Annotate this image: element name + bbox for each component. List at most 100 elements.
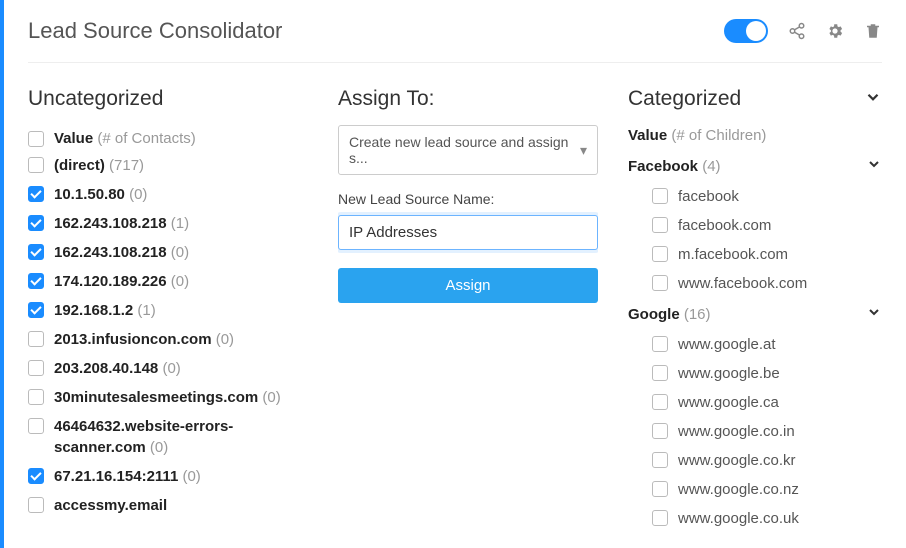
checkbox[interactable] bbox=[28, 418, 44, 434]
item-label: m.facebook.com bbox=[678, 244, 788, 265]
item-label: facebook.com bbox=[678, 215, 771, 236]
list-item: www.google.at bbox=[628, 330, 882, 359]
uncategorized-title: Uncategorized bbox=[28, 87, 308, 111]
lead-source-select[interactable]: Create new lead source and assign s... ▾ bbox=[338, 125, 598, 175]
categorized-column: Categorized Value (# of Children) Facebo… bbox=[628, 87, 882, 548]
list-item: www.google.ca bbox=[628, 388, 882, 417]
checkbox[interactable] bbox=[28, 497, 44, 513]
list-item: 162.243.108.218 (1) bbox=[28, 209, 308, 238]
list-item: 162.243.108.218 (0) bbox=[28, 238, 308, 267]
checkbox[interactable] bbox=[28, 273, 44, 289]
item-label: 67.21.16.154:2111 bbox=[54, 468, 178, 485]
select-all-checkbox[interactable] bbox=[28, 131, 44, 147]
new-lead-source-input[interactable] bbox=[338, 215, 598, 250]
item-count: (0) bbox=[167, 244, 190, 261]
checkbox[interactable] bbox=[28, 389, 44, 405]
select-value: Create new lead source and assign s... bbox=[349, 134, 580, 166]
group-count: (4) bbox=[698, 158, 721, 175]
list-item: facebook.com bbox=[628, 211, 882, 240]
list-item: 10.1.50.80 (0) bbox=[28, 180, 308, 209]
item-label: www.google.be bbox=[678, 363, 780, 384]
enable-toggle[interactable] bbox=[724, 19, 768, 43]
checkbox[interactable] bbox=[28, 186, 44, 202]
checkbox[interactable] bbox=[652, 394, 668, 410]
item-label: 2013.infusioncon.com bbox=[54, 331, 212, 348]
item-count: (0) bbox=[167, 273, 190, 290]
checkbox[interactable] bbox=[652, 217, 668, 233]
list-item: 192.168.1.2 (1) bbox=[28, 296, 308, 325]
checkbox[interactable] bbox=[652, 510, 668, 526]
group-name: Google bbox=[628, 306, 680, 323]
checkbox[interactable] bbox=[652, 246, 668, 262]
item-label: 174.120.189.226 bbox=[54, 273, 167, 290]
item-label: (direct) bbox=[54, 157, 105, 174]
contacts-count-label: (# of Contacts) bbox=[97, 130, 195, 147]
chevron-down-icon[interactable] bbox=[864, 88, 882, 110]
assign-column: Assign To: Create new lead source and as… bbox=[338, 87, 598, 548]
list-item: www.facebook.com bbox=[628, 269, 882, 298]
group-name: Facebook bbox=[628, 158, 698, 175]
assign-title: Assign To: bbox=[338, 87, 598, 111]
value-label: Value bbox=[54, 130, 93, 147]
checkbox[interactable] bbox=[652, 481, 668, 497]
card-title: Lead Source Consolidator bbox=[28, 18, 724, 44]
item-label: www.google.at bbox=[678, 334, 776, 355]
checkbox[interactable] bbox=[652, 188, 668, 204]
categorized-value-header: Value (# of Children) bbox=[628, 125, 882, 150]
value-label: Value bbox=[628, 127, 667, 144]
chevron-down-icon bbox=[866, 156, 882, 176]
item-label: facebook bbox=[678, 186, 739, 207]
item-label: www.google.ca bbox=[678, 392, 779, 413]
item-label: accessmy.email bbox=[54, 497, 167, 514]
checkbox[interactable] bbox=[28, 468, 44, 484]
item-count: (717) bbox=[105, 157, 144, 174]
item-count: (1) bbox=[133, 302, 156, 319]
item-label: www.google.co.in bbox=[678, 421, 795, 442]
lead-source-card: Lead Source Consolidator Uncategorized V… bbox=[0, 0, 906, 548]
category-group[interactable]: Facebook (4) bbox=[628, 150, 882, 182]
trash-icon[interactable] bbox=[864, 22, 882, 40]
header-actions bbox=[724, 19, 882, 43]
checkbox[interactable] bbox=[652, 336, 668, 352]
card-header: Lead Source Consolidator bbox=[28, 18, 882, 63]
category-group[interactable]: Google (16) bbox=[628, 298, 882, 330]
list-item: 30minutesalesmeetings.com (0) bbox=[28, 383, 308, 412]
list-item: 67.21.16.154:2111 (0) bbox=[28, 462, 308, 491]
item-label: 203.208.40.148 bbox=[54, 360, 158, 377]
caret-down-icon: ▾ bbox=[580, 142, 587, 159]
children-count-label: (# of Children) bbox=[671, 127, 766, 144]
item-count: (1) bbox=[167, 215, 190, 232]
checkbox[interactable] bbox=[652, 452, 668, 468]
checkbox[interactable] bbox=[652, 365, 668, 381]
item-count: (0) bbox=[178, 468, 201, 485]
list-item: 46464632.website-errors-scanner.com (0) bbox=[28, 412, 308, 462]
item-label: 46464632.website-errors-scanner.com bbox=[54, 418, 233, 456]
item-count: (0) bbox=[212, 331, 235, 348]
checkbox[interactable] bbox=[28, 302, 44, 318]
item-label: 30minutesalesmeetings.com bbox=[54, 389, 258, 406]
assign-button[interactable]: Assign bbox=[338, 268, 598, 303]
item-label: 192.168.1.2 bbox=[54, 302, 133, 319]
checkbox[interactable] bbox=[28, 215, 44, 231]
item-label: 162.243.108.218 bbox=[54, 215, 167, 232]
checkbox[interactable] bbox=[28, 157, 44, 173]
gear-icon[interactable] bbox=[826, 22, 844, 40]
item-label: www.facebook.com bbox=[678, 273, 807, 294]
list-item: 203.208.40.148 (0) bbox=[28, 354, 308, 383]
uncategorized-list: (direct) (717)10.1.50.80 (0)162.243.108.… bbox=[28, 151, 308, 520]
share-icon[interactable] bbox=[788, 22, 806, 40]
new-source-label: New Lead Source Name: bbox=[338, 191, 598, 207]
checkbox[interactable] bbox=[28, 360, 44, 376]
list-item: (direct) (717) bbox=[28, 151, 308, 180]
columns: Uncategorized Value (# of Contacts) (dir… bbox=[28, 63, 882, 548]
uncategorized-value-header: Value (# of Contacts) bbox=[28, 125, 308, 151]
checkbox[interactable] bbox=[28, 331, 44, 347]
item-count: (0) bbox=[125, 186, 148, 203]
list-item: accessmy.email bbox=[28, 491, 308, 520]
list-item: www.google.co.kr bbox=[628, 446, 882, 475]
item-count: (0) bbox=[146, 439, 169, 456]
categorized-list: Facebook (4) facebook facebook.com m.facebo… bbox=[628, 150, 882, 533]
checkbox[interactable] bbox=[652, 275, 668, 291]
checkbox[interactable] bbox=[652, 423, 668, 439]
checkbox[interactable] bbox=[28, 244, 44, 260]
